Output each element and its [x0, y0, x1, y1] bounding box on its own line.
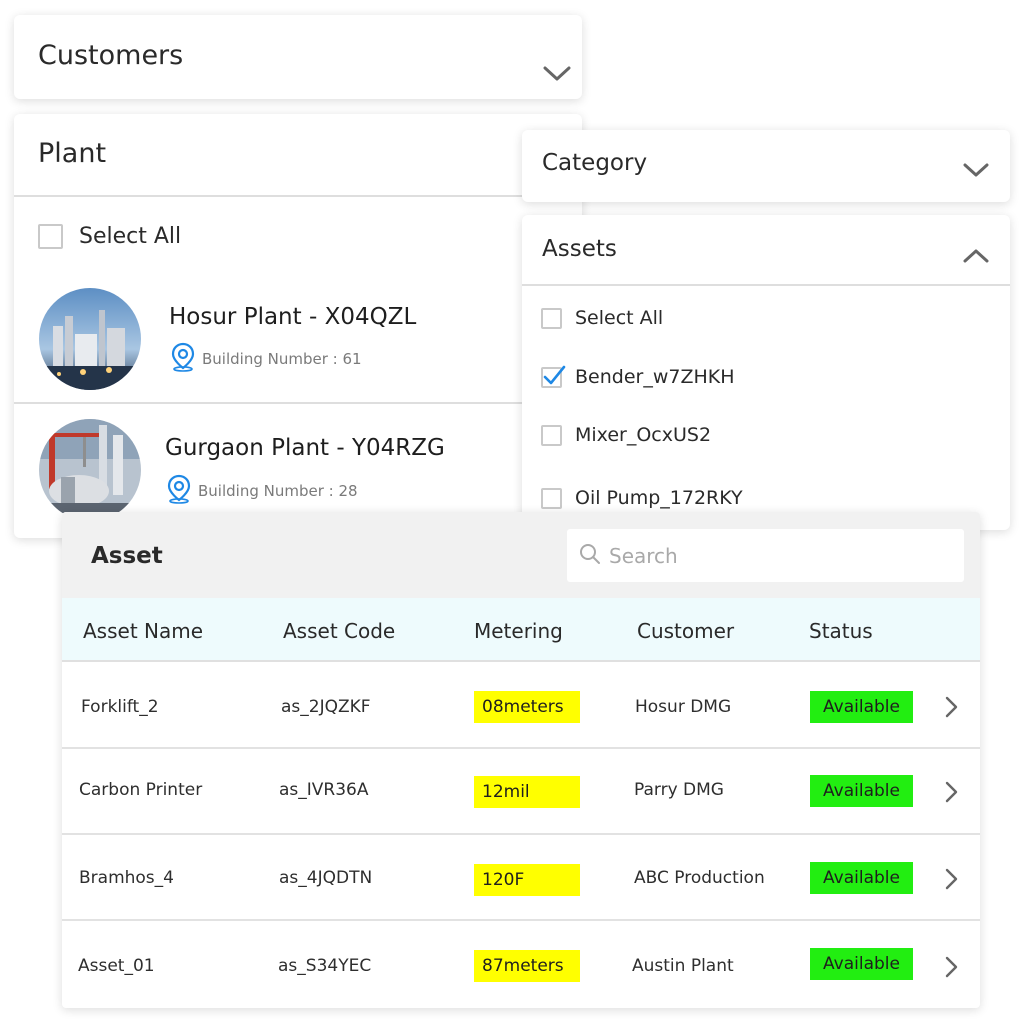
chevron-up-icon[interactable]	[963, 248, 989, 267]
status-badge: Available	[810, 862, 913, 894]
status-badge: Available	[810, 948, 913, 980]
cell-metering: 12mil	[474, 776, 580, 808]
chevron-right-icon[interactable]	[944, 696, 958, 722]
cell-customer: Parry DMG	[634, 780, 724, 800]
chevron-down-icon[interactable]	[543, 66, 571, 86]
cell-asset-name: Asset_01	[78, 956, 155, 976]
search-icon	[579, 543, 601, 569]
column-header-asset-code[interactable]: Asset Code	[283, 619, 395, 643]
cell-asset-code: as_S34YEC	[278, 956, 372, 976]
select-all-label: Select All	[79, 224, 182, 249]
asset-option[interactable]: Mixer_OcxUS2	[541, 424, 711, 446]
checkbox-checked[interactable]	[541, 365, 566, 388]
option-label: Mixer_OcxUS2	[575, 424, 712, 446]
column-header-metering[interactable]: Metering	[474, 619, 563, 643]
search-input[interactable]	[607, 542, 951, 569]
building-number: Building Number : 61	[170, 342, 362, 376]
divider	[14, 402, 582, 404]
checkbox[interactable]	[541, 307, 562, 329]
option-label: Select All	[575, 307, 664, 329]
table-row[interactable]: Carbon Printer as_IVR36A 12mil Parry DMG…	[62, 749, 980, 835]
location-pin-icon	[166, 474, 192, 508]
cell-asset-name: Carbon Printer	[79, 780, 203, 800]
assets-dropdown: Assets Select All Bender_w7ZHKH Mixer_Oc…	[522, 215, 1010, 530]
cell-asset-code: as_2JQZKF	[281, 697, 371, 717]
plant-image	[39, 419, 141, 521]
category-title: Category	[542, 150, 648, 176]
location-pin-icon	[170, 342, 196, 376]
column-header-status[interactable]: Status	[809, 619, 873, 643]
chevron-down-icon[interactable]	[963, 163, 989, 182]
chevron-right-icon[interactable]	[944, 868, 958, 894]
column-header-asset-name[interactable]: Asset Name	[83, 619, 203, 643]
cell-asset-name: Bramhos_4	[79, 868, 174, 888]
asset-table-title: Asset	[91, 543, 163, 569]
chevron-right-icon[interactable]	[944, 781, 958, 807]
customers-title: Customers	[38, 40, 184, 71]
divider	[522, 284, 1010, 286]
plant-select-all[interactable]: Select All	[38, 224, 181, 249]
asset-option[interactable]: Bender_w7ZHKH	[541, 365, 735, 388]
cell-customer: Hosur DMG	[635, 697, 732, 717]
assets-title: Assets	[542, 236, 617, 262]
building-number-text: Building Number : 61	[202, 350, 362, 368]
plant-name: Gurgaon Plant - Y04RZG	[165, 435, 445, 461]
asset-table-panel: Asset Asset Name Asset Code Metering Cus…	[62, 512, 980, 1008]
table-row[interactable]: Forklift_2 as_2JQZKF 08meters Hosur DMG …	[62, 663, 980, 749]
asset-option[interactable]: Oil Pump_172RKY	[541, 487, 743, 509]
search-box[interactable]	[567, 529, 964, 582]
chevron-right-icon[interactable]	[944, 956, 958, 982]
cell-asset-name: Forklift_2	[81, 697, 159, 717]
cell-customer: ABC Production	[634, 868, 765, 888]
select-all-checkbox[interactable]	[38, 224, 63, 249]
table-row[interactable]: Asset_01 as_S34YEC 87meters Austin Plant…	[62, 921, 980, 1007]
divider	[14, 195, 582, 197]
checkbox[interactable]	[541, 487, 562, 509]
status-badge: Available	[810, 775, 913, 807]
column-header-customer[interactable]: Customer	[637, 619, 734, 643]
asset-option-select-all[interactable]: Select All	[541, 307, 663, 329]
plant-name: Hosur Plant - X04QZL	[169, 304, 417, 330]
plant-title: Plant	[38, 138, 107, 169]
cell-metering: 08meters	[474, 691, 580, 723]
cell-metering: 120F	[474, 864, 580, 896]
category-dropdown[interactable]: Category	[522, 130, 1010, 202]
building-number-text: Building Number : 28	[198, 482, 358, 500]
checkbox[interactable]	[541, 424, 562, 446]
status-badge: Available	[810, 691, 913, 723]
option-label: Oil Pump_172RKY	[575, 487, 743, 509]
table-row[interactable]: Bramhos_4 as_4JQDTN 120F ABC Production …	[62, 835, 980, 921]
cell-metering: 87meters	[474, 950, 580, 982]
checkmark-icon	[543, 365, 566, 384]
cell-asset-code: as_IVR36A	[279, 780, 369, 800]
option-label: Bender_w7ZHKH	[575, 366, 735, 388]
building-number: Building Number : 28	[166, 474, 358, 508]
plant-image	[39, 288, 141, 390]
asset-table-toolbar: Asset	[62, 512, 980, 598]
cell-asset-code: as_4JQDTN	[279, 868, 373, 888]
table-header: Asset Name Asset Code Metering Customer …	[62, 598, 980, 662]
plant-panel: Plant Select All Hosur Plant - X04QZL Bu…	[14, 114, 582, 538]
customers-dropdown[interactable]: Customers	[14, 15, 582, 99]
cell-customer: Austin Plant	[632, 956, 734, 976]
